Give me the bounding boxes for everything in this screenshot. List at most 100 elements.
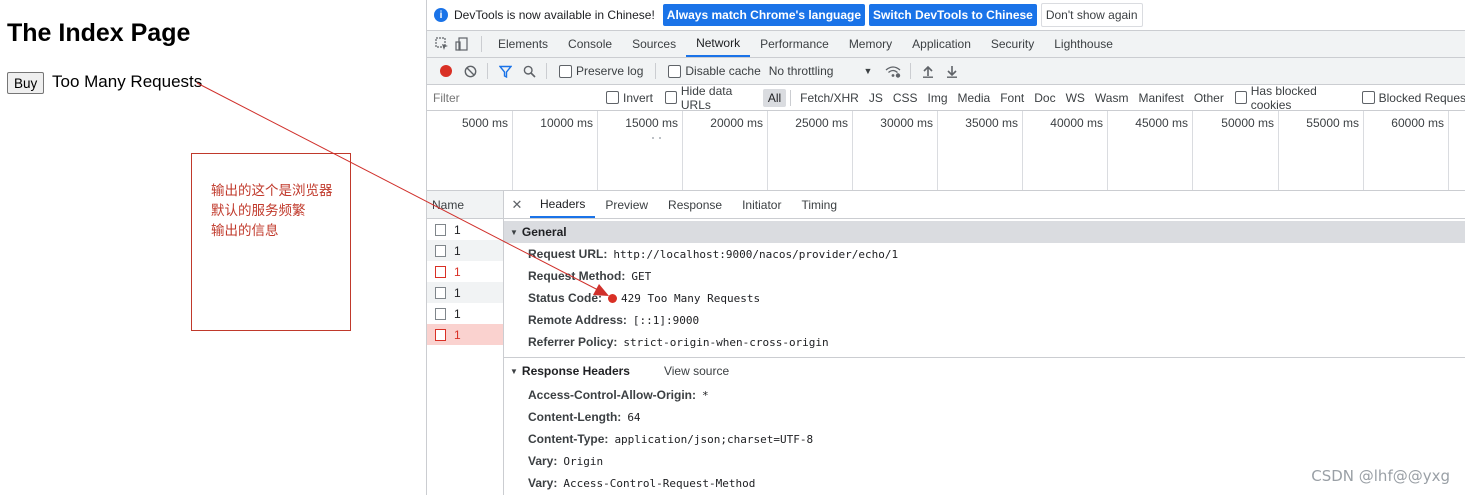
tab-memory[interactable]: Memory (839, 31, 902, 57)
request-row-error[interactable]: 1 (427, 261, 503, 282)
preserve-log-checkbox[interactable]: Preserve log (559, 64, 643, 78)
network-toolbar: Preserve log Disable cache No throttling… (427, 58, 1465, 85)
timeline-tick: 40000 ms (1023, 111, 1108, 190)
device-toolbar-icon[interactable] (455, 37, 469, 51)
request-row-selected[interactable]: 1 (427, 324, 503, 345)
referrer-policy-value: strict-origin-when-cross-origin (623, 335, 829, 349)
tab-application[interactable]: Application (902, 31, 981, 57)
import-har-icon[interactable] (917, 60, 939, 82)
response-headers-title: Response Headers (521, 364, 630, 378)
request-marker (652, 137, 654, 139)
timeline-tick-label: 25000 ms (795, 116, 848, 130)
header-value: application/json;charset=UTF-8 (614, 432, 814, 446)
general-section-header[interactable]: ▼ General (504, 221, 1465, 243)
filter-type-font[interactable]: Font (995, 89, 1029, 107)
request-row[interactable]: 1 (427, 282, 503, 303)
timeline-tick: 20000 ms (683, 111, 768, 190)
switch-to-chinese-button[interactable]: Switch DevTools to Chinese (869, 4, 1037, 26)
timeline-tick: 30000 ms (853, 111, 938, 190)
tab-network[interactable]: Network (686, 31, 751, 57)
throttling-value: No throttling (768, 64, 834, 78)
filter-type-js[interactable]: JS (864, 89, 888, 107)
remote-address-value: [::1]:9000 (632, 313, 700, 327)
request-list: Name 1 1 1 1 1 1 (427, 191, 504, 495)
header-key: Vary: (528, 454, 558, 468)
tab-timing[interactable]: Timing (791, 192, 847, 218)
request-name: 1 (454, 264, 461, 279)
preserve-log-label: Preserve log (576, 64, 644, 78)
filter-type-manifest[interactable]: Manifest (1133, 89, 1188, 107)
filter-type-img[interactable]: Img (923, 89, 953, 107)
tab-lighthouse[interactable]: Lighthouse (1044, 31, 1123, 57)
filter-type-css[interactable]: CSS (888, 89, 923, 107)
tab-sources[interactable]: Sources (622, 31, 686, 57)
filter-type-media[interactable]: Media (953, 89, 996, 107)
clear-icon[interactable] (459, 60, 481, 82)
request-row[interactable]: 1 (427, 219, 503, 240)
filter-type-all[interactable]: All (762, 88, 787, 107)
throttling-select[interactable]: No throttling ▼ (769, 64, 873, 78)
tab-preview[interactable]: Preview (595, 192, 658, 218)
header-key: Request Method: (528, 269, 626, 283)
name-column-header[interactable]: Name (427, 191, 503, 219)
tab-response[interactable]: Response (658, 192, 732, 218)
invert-label: Invert (623, 90, 654, 105)
inspect-element-icon[interactable] (435, 37, 449, 51)
timeline-tick: 60000 ms (1364, 111, 1449, 190)
timeline-tick-label: 5000 ms (461, 116, 508, 130)
header-value: Origin (563, 454, 604, 468)
network-timeline[interactable]: 5000 ms 10000 ms 15000 ms 20000 ms 25000… (427, 111, 1465, 191)
timeline-tick: 10000 ms (513, 111, 598, 190)
view-source-link[interactable]: View source (664, 364, 729, 378)
tab-initiator[interactable]: Initiator (732, 192, 791, 218)
info-icon: i (434, 8, 448, 22)
dont-show-again-button[interactable]: Don't show again (1040, 3, 1143, 27)
request-name: 1 (454, 285, 461, 300)
request-name: 1 (454, 222, 461, 237)
request-row[interactable]: 1 (427, 303, 503, 324)
tab-headers[interactable]: Headers (530, 192, 596, 218)
response-message: Too Many Requests (52, 72, 203, 91)
filter-type-doc[interactable]: Doc (1029, 89, 1060, 107)
chevron-down-icon: ▼ (863, 66, 873, 76)
filter-input[interactable] (429, 87, 590, 108)
hide-data-urls-checkbox[interactable]: Hide data URLs (665, 84, 757, 112)
network-conditions-icon[interactable] (882, 60, 904, 82)
disable-cache-label: Disable cache (685, 64, 761, 78)
general-title: General (521, 225, 567, 239)
filter-type-other[interactable]: Other (1189, 89, 1229, 107)
search-icon[interactable] (518, 60, 540, 82)
disable-cache-checkbox[interactable]: Disable cache (668, 64, 761, 78)
record-icon[interactable] (435, 60, 457, 82)
filter-type-fetch-xhr[interactable]: Fetch/XHR (795, 89, 864, 107)
has-blocked-cookies-checkbox[interactable]: Has blocked cookies (1234, 84, 1350, 112)
error-status-icon (608, 293, 618, 303)
close-icon[interactable]: ✕ (510, 197, 524, 213)
web-page: The Index Page Buy Too Many Requests 输出的… (0, 0, 426, 495)
buy-button[interactable]: Buy (7, 72, 45, 94)
invert-checkbox[interactable]: Invert (606, 91, 653, 105)
tab-performance[interactable]: Performance (750, 31, 839, 57)
response-headers-section-header[interactable]: ▼ Response Headers View source (504, 357, 1465, 384)
watermark: CSDN @lhf@@yxg (1311, 467, 1450, 485)
header-value: 64 (627, 410, 641, 424)
blocked-requests-checkbox[interactable]: Blocked Reques (1361, 90, 1465, 105)
devtools-tabbar: Elements Console Sources Network Perform… (427, 31, 1465, 58)
filter-icon[interactable] (494, 60, 516, 82)
devtools-panel: i DevTools is now available in Chinese! … (426, 0, 1465, 495)
document-icon (435, 265, 446, 278)
filter-type-wasm[interactable]: Wasm (1090, 89, 1134, 107)
document-icon (435, 328, 446, 341)
filter-type-ws[interactable]: WS (1061, 89, 1090, 107)
request-row[interactable]: 1 (427, 240, 503, 261)
blocked-requests-label: Blocked Reques (1378, 90, 1465, 105)
timeline-tick-label: 50000 ms (1221, 116, 1274, 130)
always-match-language-button[interactable]: Always match Chrome's language (662, 4, 866, 26)
timeline-tick: 55000 ms (1279, 111, 1364, 190)
tab-console[interactable]: Console (558, 31, 622, 57)
export-har-icon[interactable] (941, 60, 963, 82)
tab-elements[interactable]: Elements (488, 31, 558, 57)
request-marker (659, 137, 661, 139)
tab-security[interactable]: Security (981, 31, 1044, 57)
document-icon (435, 286, 446, 299)
